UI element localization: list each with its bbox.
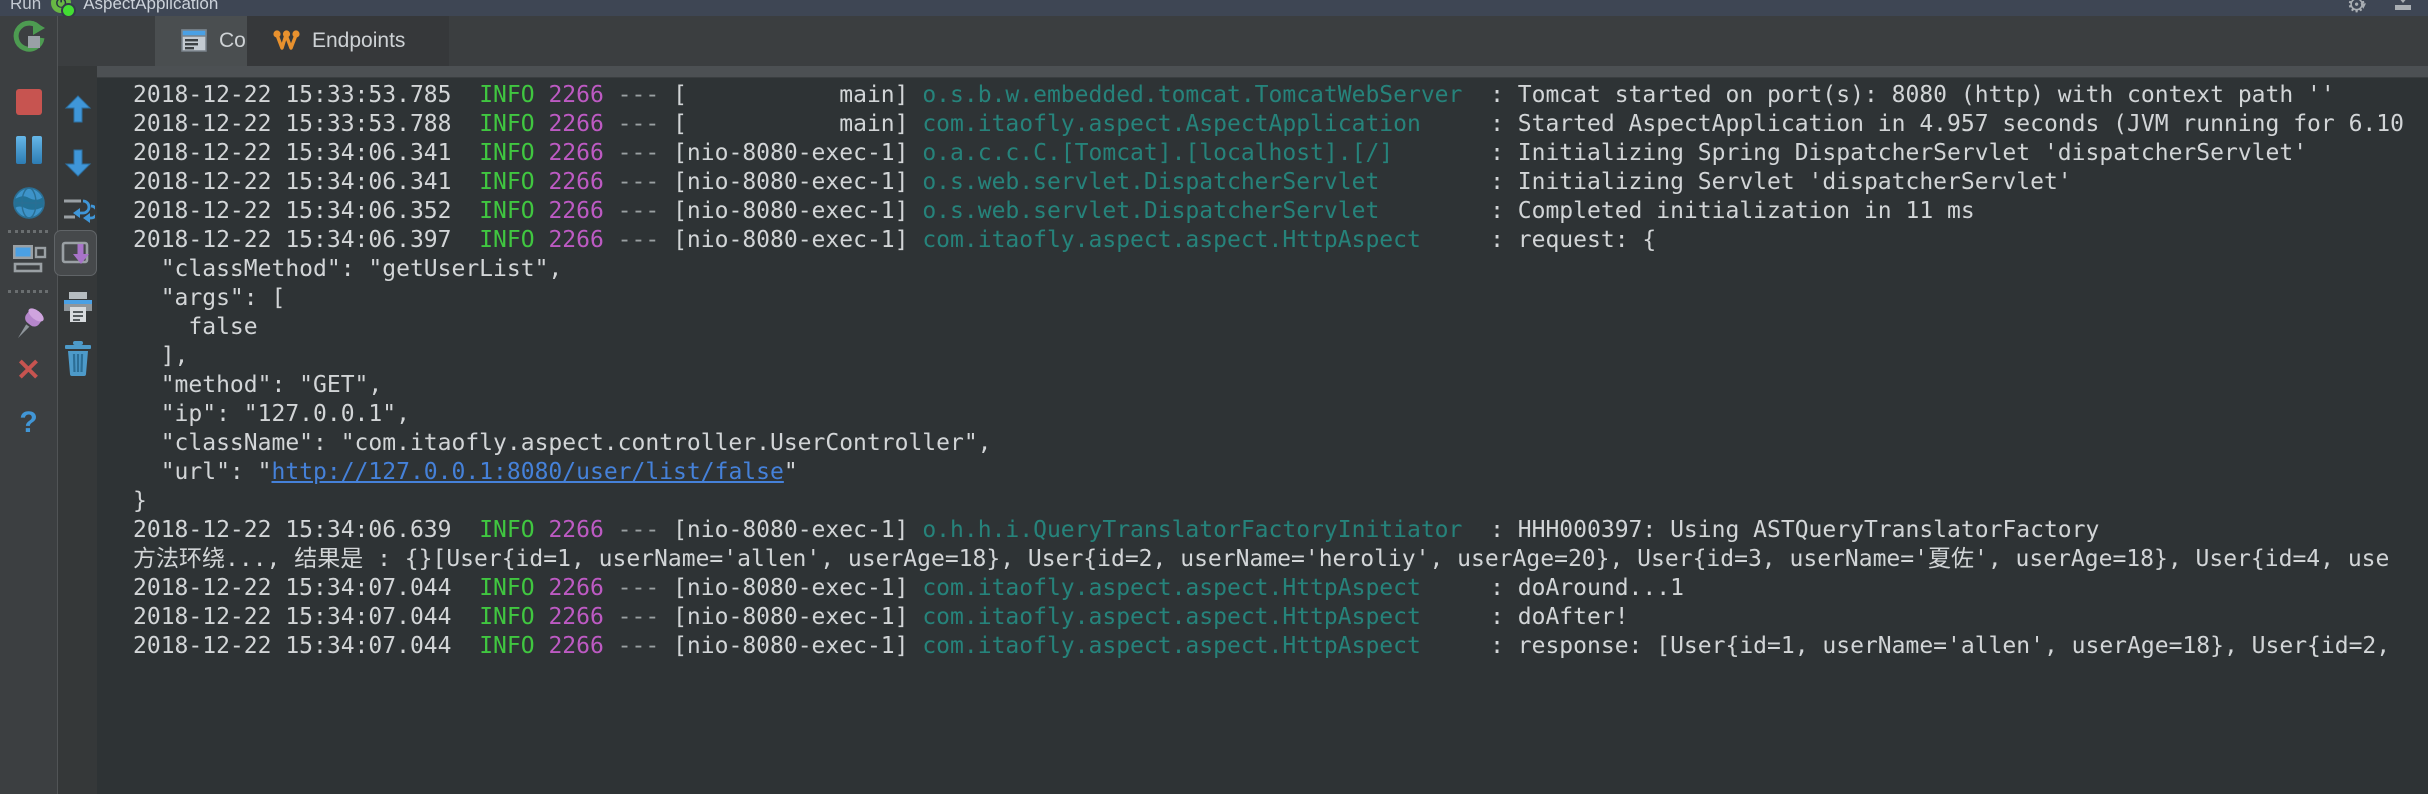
scroll-to-end-icon bbox=[61, 241, 89, 264]
console-toolbar bbox=[54, 66, 97, 794]
help-button[interactable]: ? bbox=[0, 408, 57, 438]
run-tool-window-titlebar: Run ⏻ AspectApplication ⚙ ▾ bbox=[0, 0, 2428, 16]
log-line: "method": "GET", bbox=[133, 372, 383, 398]
scroll-to-end-button[interactable] bbox=[54, 230, 97, 276]
hide-window-icon[interactable] bbox=[2392, 0, 2414, 15]
down-stack-trace-button[interactable] bbox=[58, 148, 97, 178]
print-button[interactable] bbox=[58, 290, 97, 326]
log-line: ], bbox=[133, 343, 189, 369]
log-line: "args": [ bbox=[133, 285, 286, 311]
log-line: 2018-12-22 15:33:53.785 INFO 2266 --- [ … bbox=[133, 82, 2335, 108]
pause-output-button[interactable] bbox=[0, 136, 57, 164]
log-line: 2018-12-22 15:33:53.788 INFO 2266 --- [ … bbox=[133, 111, 2404, 137]
tab-endpoints-label: Endpoints bbox=[312, 29, 406, 52]
open-in-browser-button[interactable] bbox=[0, 185, 57, 221]
log-line: "url": "http://127.0.0.1:8080/user/list/… bbox=[133, 459, 798, 485]
pin-icon bbox=[17, 308, 44, 339]
pause-icon bbox=[15, 136, 42, 164]
scroll-to-end-toggle-active bbox=[54, 230, 97, 276]
tool-window-tabbar: Console Endpoints bbox=[57, 16, 2428, 66]
log-line: false bbox=[133, 314, 258, 340]
trash-icon bbox=[64, 341, 91, 376]
endpoints-icon bbox=[273, 28, 300, 54]
stop-icon bbox=[15, 89, 42, 115]
spring-boot-run-icon: ⏻ bbox=[51, 0, 77, 16]
running-indicator-dot bbox=[61, 3, 77, 16]
log-line: 2018-12-22 15:34:06.341 INFO 2266 --- [n… bbox=[133, 140, 2308, 166]
help-icon: ? bbox=[19, 406, 38, 439]
globe-icon bbox=[12, 187, 45, 219]
log-line: 2018-12-22 15:34:07.044 INFO 2266 --- [n… bbox=[133, 604, 1629, 630]
toolbar-separator bbox=[8, 230, 48, 233]
restore-layout-button[interactable] bbox=[0, 242, 57, 276]
soft-wrap-button[interactable] bbox=[58, 192, 97, 226]
horizontal-scrollbar[interactable] bbox=[97, 66, 2428, 78]
layout-icon bbox=[12, 245, 46, 273]
log-line: "classMethod": "getUserList", bbox=[133, 256, 563, 282]
close-icon: ✕ bbox=[15, 354, 42, 387]
stop-button[interactable] bbox=[0, 89, 57, 115]
arrow-up-icon bbox=[64, 95, 91, 123]
log-line: 方法环绕..., 结果是 : {}[User{id=1, userName='a… bbox=[133, 546, 2390, 572]
log-line: 2018-12-22 15:34:06.397 INFO 2266 --- [n… bbox=[133, 227, 1657, 253]
log-line: 2018-12-22 15:34:06.639 INFO 2266 --- [n… bbox=[133, 517, 2100, 543]
log-line: "ip": "127.0.0.1", bbox=[133, 401, 410, 427]
log-line: 2018-12-22 15:34:06.352 INFO 2266 --- [n… bbox=[133, 198, 1975, 224]
toolbar-separator bbox=[8, 290, 48, 293]
arrow-down-icon bbox=[64, 149, 91, 177]
close-button[interactable]: ✕ bbox=[0, 356, 57, 386]
pin-tab-button[interactable] bbox=[0, 304, 57, 344]
print-icon bbox=[63, 292, 92, 322]
run-toolbar: ✕ ? bbox=[0, 16, 58, 794]
console-icon bbox=[181, 28, 207, 54]
console-output: 2018-12-22 15:33:53.785 INFO 2266 --- [ … bbox=[97, 78, 2428, 794]
log-line: 2018-12-22 15:34:07.044 INFO 2266 --- [n… bbox=[133, 575, 1684, 601]
log-line: 2018-12-22 15:34:07.044 INFO 2266 --- [n… bbox=[133, 633, 2391, 659]
console-panel: 2018-12-22 15:33:53.785 INFO 2266 --- [ … bbox=[97, 66, 2428, 794]
soft-wrap-icon bbox=[63, 199, 95, 223]
log-url-link[interactable]: http://127.0.0.1:8080/user/list/false bbox=[271, 459, 783, 485]
clear-all-button[interactable] bbox=[58, 340, 97, 376]
tab-endpoints[interactable]: Endpoints bbox=[247, 16, 449, 66]
run-configuration-name: AspectApplication bbox=[83, 0, 219, 13]
rerun-icon bbox=[13, 20, 45, 52]
log-line: 2018-12-22 15:34:06.341 INFO 2266 --- [n… bbox=[133, 169, 2072, 195]
up-stack-trace-button[interactable] bbox=[58, 94, 97, 124]
log-line: "className": "com.itaofly.aspect.control… bbox=[133, 430, 992, 456]
gear-icon[interactable]: ⚙ ▾ bbox=[2347, 0, 2367, 16]
tool-window-label: Run bbox=[10, 0, 42, 13]
rerun-button[interactable] bbox=[0, 20, 57, 54]
log-line: } bbox=[133, 488, 147, 514]
